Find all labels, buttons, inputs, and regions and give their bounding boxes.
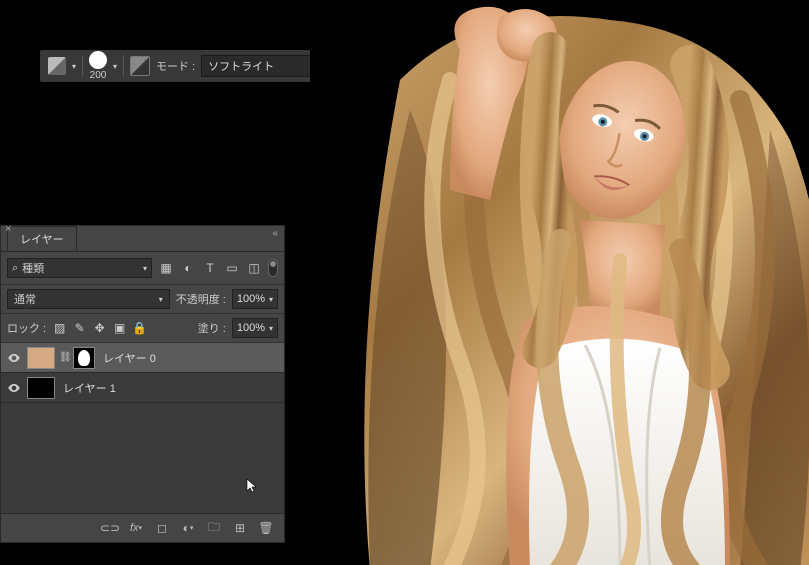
fill-value: 100% [237,322,265,334]
layer-opacity-input[interactable]: 100% ▾ [232,289,278,309]
layer-name[interactable]: レイヤー 0 [103,350,156,366]
brush-preview-icon [89,51,107,69]
layer-thumbnail[interactable] [27,347,55,369]
filter-kind-value: 種類 [22,260,44,276]
adjustment-filter-icon[interactable]: ◐ [180,260,196,276]
blend-row: 通常 ▾ 不透明度 : 100% ▾ [1,285,284,314]
filter-toggle[interactable] [268,259,278,277]
mask-link-icon[interactable]: ⛓ [59,352,69,363]
layer-blend-dropdown[interactable]: 通常 ▾ [7,289,170,309]
lock-all-icon[interactable]: 🔒 [132,321,147,336]
fx-icon[interactable]: fx▾ [128,520,144,536]
search-icon: ⌕ [12,262,18,275]
filter-icons: ▦ ◐ T ▭ ◫ [158,260,262,276]
brush-size-label: 200 [90,70,107,81]
lock-artboard-icon[interactable]: ▣ [112,321,127,336]
layers-panel: × « レイヤー ⌕ 種類 ▾ ▦ ◐ T ▭ ◫ 通常 ▾ 不透明度 : 10… [0,225,285,543]
brush-tool-icon[interactable] [48,57,66,75]
layer-name[interactable]: レイヤー 1 [63,380,116,396]
blend-mode-value: ソフトライト [208,58,274,74]
chevron-down-icon[interactable]: ▾ [113,62,117,71]
chevron-down-icon: ▾ [159,295,163,304]
brush-panel-toggle-icon[interactable] [130,56,150,76]
smartobject-filter-icon[interactable]: ◫ [246,260,262,276]
lock-transparency-icon[interactable]: ▨ [52,321,67,336]
adjustment-layer-icon[interactable]: ◐▾ [180,520,196,536]
lock-row: ロック : ▨ ✎ ✥ ▣ 🔒 塗り : 100% ▾ [1,314,284,343]
layer-row[interactable]: レイヤー 1 [1,373,284,403]
panel-footer: ⊂⊃ fx▾ ◻ ◐▾ 🗀 ⊞ 🗑 [1,513,284,542]
lock-position-icon[interactable]: ✥ [92,321,107,336]
visibility-icon[interactable] [5,349,23,367]
tab-layers[interactable]: レイヤー [7,226,77,251]
lock-label: ロック : [7,320,46,336]
type-filter-icon[interactable]: T [202,260,218,276]
chevron-down-icon: ▾ [143,264,147,273]
divider [82,55,83,77]
collapse-icon[interactable]: « [272,228,278,239]
fill-input[interactable]: 100% ▾ [232,318,278,338]
layer-opacity-value: 100% [237,293,265,305]
layer-row[interactable]: ⛓ レイヤー 0 [1,343,284,373]
chevron-down-icon: ▾ [269,324,273,333]
panel-tabs: レイヤー [1,226,284,252]
delete-layer-icon[interactable]: 🗑 [258,520,274,536]
visibility-icon[interactable] [5,379,23,397]
chevron-down-icon: ▾ [269,295,273,304]
lock-icons: ▨ ✎ ✥ ▣ 🔒 [52,321,147,336]
layer-opacity-label: 不透明度 : [176,291,226,307]
close-icon[interactable]: × [5,224,15,234]
layer-thumbnail[interactable] [27,377,55,399]
layers-empty-area [1,403,284,513]
new-group-icon[interactable]: 🗀 [206,520,222,536]
layers-list: ⛓ レイヤー 0 レイヤー 1 [1,343,284,403]
link-layers-icon[interactable]: ⊂⊃ [102,520,118,536]
model-photo [330,0,809,565]
fill-label: 塗り : [198,320,226,336]
lock-pixels-icon[interactable]: ✎ [72,321,87,336]
chevron-down-icon[interactable]: ▾ [72,62,76,71]
mode-label: モード : [156,58,195,74]
shape-filter-icon[interactable]: ▭ [224,260,240,276]
layer-blend-value: 通常 [14,291,36,307]
canvas[interactable] [310,0,809,565]
add-mask-icon[interactable]: ◻ [154,520,170,536]
filter-kind-dropdown[interactable]: ⌕ 種類 ▾ [7,258,152,278]
divider [123,55,124,77]
brush-preset-picker[interactable]: 200 [89,51,107,81]
new-layer-icon[interactable]: ⊞ [232,520,248,536]
filter-row: ⌕ 種類 ▾ ▦ ◐ T ▭ ◫ [1,252,284,285]
pixel-filter-icon[interactable]: ▦ [158,260,174,276]
mask-thumbnail[interactable] [73,347,95,369]
